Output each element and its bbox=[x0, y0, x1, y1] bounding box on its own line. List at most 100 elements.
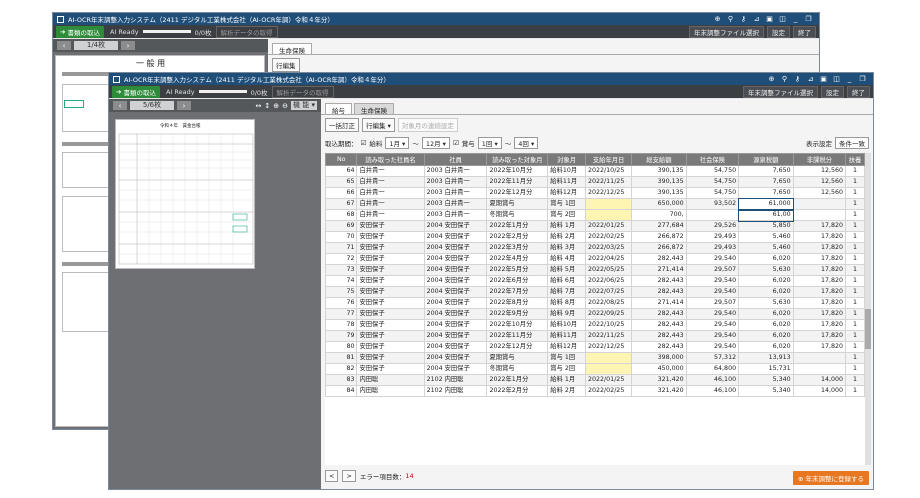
column-header[interactable]: 読み取った対象月 bbox=[486, 153, 549, 166]
table-cell[interactable]: 2004 安田保子 bbox=[423, 275, 488, 287]
table-cell[interactable]: 2004 安田保子 bbox=[423, 220, 488, 232]
table-cell[interactable]: 700, bbox=[631, 209, 687, 221]
table-row[interactable]: 77 安田保子 2004 安田保子 2022年9月分 給料 9月 2022/09/25 28… bbox=[325, 308, 865, 320]
table-cell[interactable]: 390,135 bbox=[631, 187, 687, 199]
table-row[interactable]: 68 白井貴一 2003 白井貴一 冬期賞与 賞与 2回 700, 61,00 1 bbox=[325, 208, 865, 222]
table-cell[interactable]: 1 bbox=[845, 286, 865, 298]
table-cell[interactable]: 82 bbox=[325, 363, 358, 375]
table-cell[interactable]: 71 bbox=[325, 242, 358, 254]
table-cell[interactable]: 1 bbox=[845, 209, 865, 221]
table-cell[interactable]: 282,443 bbox=[631, 319, 687, 331]
table-cell[interactable]: 2022年11月分 bbox=[486, 176, 549, 188]
table-cell[interactable]: 給料 2月 bbox=[547, 385, 587, 397]
table-cell[interactable]: 398,000 bbox=[631, 352, 687, 364]
table-cell[interactable] bbox=[585, 363, 633, 375]
table-cell[interactable]: 給料10月 bbox=[547, 319, 587, 331]
table-cell[interactable]: 17,820 bbox=[792, 319, 847, 331]
back-tab-life-insurance[interactable]: 生命保険 bbox=[272, 43, 312, 55]
table-cell[interactable] bbox=[585, 352, 633, 364]
table-cell[interactable]: 29,540 bbox=[685, 286, 740, 298]
back-analysis-button[interactable]: 解析データの取得 bbox=[215, 25, 278, 38]
analysis-data-button[interactable]: 解析データの取得 bbox=[271, 85, 334, 98]
table-cell[interactable]: 17,820 bbox=[792, 297, 847, 309]
table-cell[interactable]: 2003 白井貴一 bbox=[423, 198, 488, 210]
table-cell[interactable]: 17,820 bbox=[792, 264, 847, 276]
table-cell[interactable]: 29,540 bbox=[685, 330, 740, 342]
table-row[interactable]: 79 安田保子 2004 安田保子 2022年11月分 給料11月 2022/11/25 2… bbox=[325, 330, 865, 342]
table-row[interactable]: 72 安田保子 2004 安田保子 2022年4月分 給料 4月 2022/04/25 28… bbox=[325, 253, 865, 265]
exit-button[interactable]: 終了 bbox=[847, 85, 870, 98]
table-cell[interactable]: 2022年8月分 bbox=[486, 297, 549, 309]
tab-salary[interactable]: 給与 bbox=[325, 103, 352, 115]
table-cell[interactable]: 266,872 bbox=[631, 231, 687, 243]
table-cell[interactable]: 1 bbox=[845, 330, 865, 342]
table-cell[interactable]: 2022年1月分 bbox=[486, 220, 549, 232]
table-cell[interactable]: 1 bbox=[845, 176, 865, 188]
minimize-icon[interactable]: _ bbox=[843, 75, 856, 83]
table-cell[interactable]: 2004 安田保子 bbox=[423, 308, 488, 320]
table-cell[interactable]: 282,443 bbox=[631, 341, 687, 353]
table-cell[interactable]: 29,540 bbox=[685, 319, 740, 331]
table-cell[interactable]: 内田聡 bbox=[356, 374, 425, 386]
column-header[interactable]: No bbox=[325, 153, 358, 166]
bulk-fix-button[interactable]: 一括訂正 bbox=[325, 118, 359, 132]
table-cell[interactable]: 2022年9月分 bbox=[486, 308, 549, 320]
table-cell[interactable]: 2003 白井貴一 bbox=[423, 176, 488, 188]
table-cell[interactable]: 74 bbox=[325, 275, 358, 287]
table-cell[interactable]: 2022年5月分 bbox=[486, 264, 549, 276]
table-cell[interactable]: 29,526 bbox=[685, 220, 740, 232]
bonus-to-select[interactable]: 4回 ▾ bbox=[514, 137, 539, 149]
table-cell[interactable]: 安田保子 bbox=[356, 341, 425, 353]
table-cell[interactable]: 17,820 bbox=[792, 286, 847, 298]
table-cell[interactable]: 2003 白井貴一 bbox=[423, 209, 488, 221]
table-cell[interactable]: 282,443 bbox=[631, 308, 687, 320]
table-cell[interactable]: 給料11月 bbox=[547, 176, 587, 188]
table-cell[interactable]: 17,820 bbox=[792, 341, 847, 353]
table-cell[interactable]: 1 bbox=[845, 220, 865, 232]
back-settings-button[interactable]: 設定 bbox=[767, 25, 790, 38]
table-cell[interactable]: 2022/02/25 bbox=[585, 231, 633, 243]
table-cell[interactable]: 1 bbox=[845, 242, 865, 254]
table-cell[interactable]: 282,443 bbox=[631, 286, 687, 298]
table-cell[interactable] bbox=[792, 198, 847, 210]
table-cell[interactable]: 2004 安田保子 bbox=[423, 253, 488, 265]
table-row[interactable]: 69 安田保子 2004 安田保子 2022年1月分 給料 1月 2022/01/25 27… bbox=[325, 220, 865, 232]
continuous-setting-button[interactable]: 対象月の連続設定 bbox=[397, 118, 458, 132]
table-cell[interactable]: 5,630 bbox=[738, 297, 794, 309]
table-cell[interactable]: 650,000 bbox=[631, 198, 687, 210]
table-cell[interactable]: 給料 2月 bbox=[547, 231, 587, 243]
fit-height-icon[interactable]: ↕ bbox=[264, 102, 270, 110]
table-cell[interactable]: 2022年12月分 bbox=[486, 187, 549, 199]
table-row[interactable]: 65 白井貴一 2003 白井貴一 2022年11月分 給料11月 2022/11/25 3… bbox=[325, 176, 865, 188]
table-cell[interactable]: 2022年2月分 bbox=[486, 231, 549, 243]
table-cell[interactable]: 2004 安田保子 bbox=[423, 231, 488, 243]
table-cell[interactable]: 賞与 1回 bbox=[547, 352, 587, 364]
table-cell[interactable]: 2022/09/25 bbox=[585, 308, 633, 320]
table-cell[interactable]: 57,312 bbox=[685, 352, 740, 364]
pin-icon[interactable]: ⊿ bbox=[804, 75, 817, 83]
file-select-button[interactable]: 年末調整ファイル選択 bbox=[743, 85, 818, 98]
table-cell[interactable]: 内田聡 bbox=[356, 385, 425, 397]
table-cell[interactable]: 73 bbox=[325, 264, 358, 276]
table-cell[interactable]: 271,414 bbox=[631, 297, 687, 309]
table-cell[interactable]: 54,750 bbox=[685, 165, 740, 177]
table-cell[interactable]: 282,443 bbox=[631, 275, 687, 287]
table-cell[interactable]: 68 bbox=[325, 209, 358, 221]
table-cell[interactable]: 5,340 bbox=[738, 374, 794, 386]
table-cell[interactable] bbox=[792, 363, 847, 375]
next-page-icon[interactable]: › bbox=[121, 41, 135, 50]
table-cell[interactable]: 14,000 bbox=[792, 374, 847, 386]
table-cell[interactable]: 67 bbox=[325, 198, 358, 210]
table-cell[interactable]: 2004 安田保子 bbox=[423, 330, 488, 342]
table-cell[interactable]: 2022年4月分 bbox=[486, 253, 549, 265]
restore-icon[interactable]: ❐ bbox=[802, 15, 815, 23]
table-cell[interactable]: 2003 白井貴一 bbox=[423, 165, 488, 177]
table-cell[interactable]: 14,000 bbox=[792, 385, 847, 397]
table-cell[interactable]: 29,540 bbox=[685, 253, 740, 265]
next-error-button[interactable]: > bbox=[342, 470, 356, 482]
search-icon[interactable]: ⚲ bbox=[724, 15, 737, 23]
column-header[interactable]: 社会保険 bbox=[685, 153, 740, 166]
table-cell[interactable]: 2022年6月分 bbox=[486, 275, 549, 287]
table-cell[interactable]: 2022年2月分 bbox=[486, 385, 549, 397]
table-cell[interactable]: 1 bbox=[845, 198, 865, 210]
